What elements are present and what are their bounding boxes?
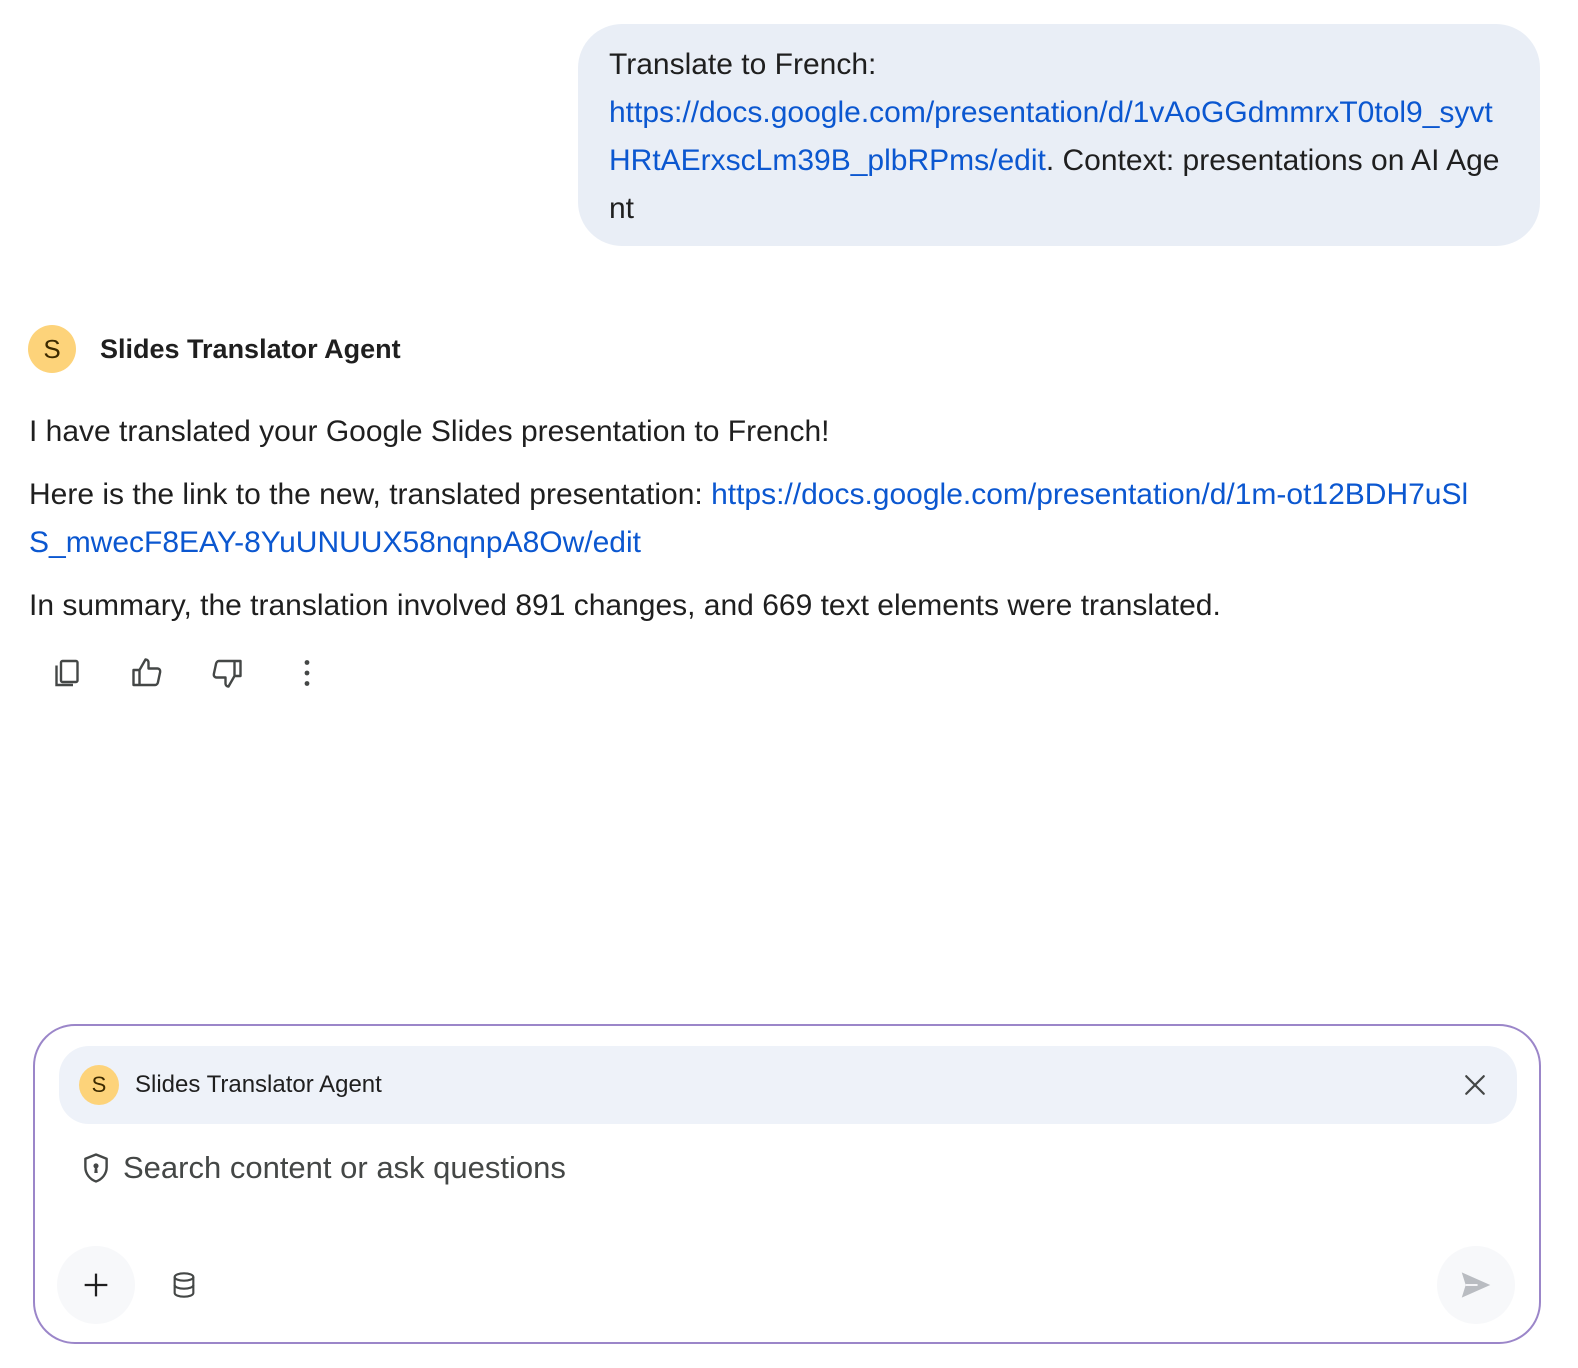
add-button[interactable] bbox=[57, 1246, 135, 1324]
thumbs-up-icon bbox=[132, 658, 162, 687]
data-source-button[interactable] bbox=[163, 1264, 205, 1306]
remove-agent-button[interactable] bbox=[1455, 1065, 1495, 1105]
response-line-3: In summary, the translation involved 891… bbox=[29, 589, 1221, 622]
response-line-1: I have translated your Google Slides pre… bbox=[29, 415, 830, 448]
composer: S Slides Translator Agent bbox=[33, 1024, 1541, 1344]
response-line-2-prefix: Here is the link to the new, translated … bbox=[29, 478, 712, 511]
agent-name: Slides Translator Agent bbox=[100, 333, 401, 364]
user-message-prefix: Translate to French: bbox=[609, 48, 877, 81]
shield-icon bbox=[84, 1153, 108, 1183]
chip-agent-label: Slides Translator Agent bbox=[135, 1071, 382, 1098]
user-message-bubble: Translate to French: https://docs.google… bbox=[578, 24, 1540, 246]
close-icon bbox=[1465, 1075, 1485, 1095]
plus-icon bbox=[84, 1273, 108, 1297]
agent-avatar: S bbox=[28, 325, 76, 373]
search-input[interactable] bbox=[123, 1150, 1423, 1186]
search-row bbox=[79, 1150, 1423, 1186]
response-actions bbox=[44, 650, 364, 696]
send-button[interactable] bbox=[1437, 1246, 1515, 1324]
more-vert-icon bbox=[304, 660, 310, 686]
thumbs-down-button[interactable] bbox=[204, 650, 250, 696]
copy-icon bbox=[55, 659, 79, 687]
thumbs-up-button[interactable] bbox=[124, 650, 170, 696]
database-icon bbox=[173, 1272, 195, 1298]
chip-agent-avatar: S bbox=[79, 1065, 119, 1105]
response-line-2: Here is the link to the new, translated … bbox=[29, 471, 1469, 567]
thumbs-down-icon bbox=[212, 659, 242, 688]
selected-agent-chip[interactable]: S Slides Translator Agent bbox=[59, 1046, 1517, 1124]
more-options-button[interactable] bbox=[284, 650, 330, 696]
send-icon bbox=[1461, 1272, 1491, 1298]
agent-header: S Slides Translator Agent bbox=[28, 325, 401, 373]
copy-button[interactable] bbox=[44, 650, 90, 696]
agent-response: I have translated your Google Slides pre… bbox=[29, 408, 1469, 630]
